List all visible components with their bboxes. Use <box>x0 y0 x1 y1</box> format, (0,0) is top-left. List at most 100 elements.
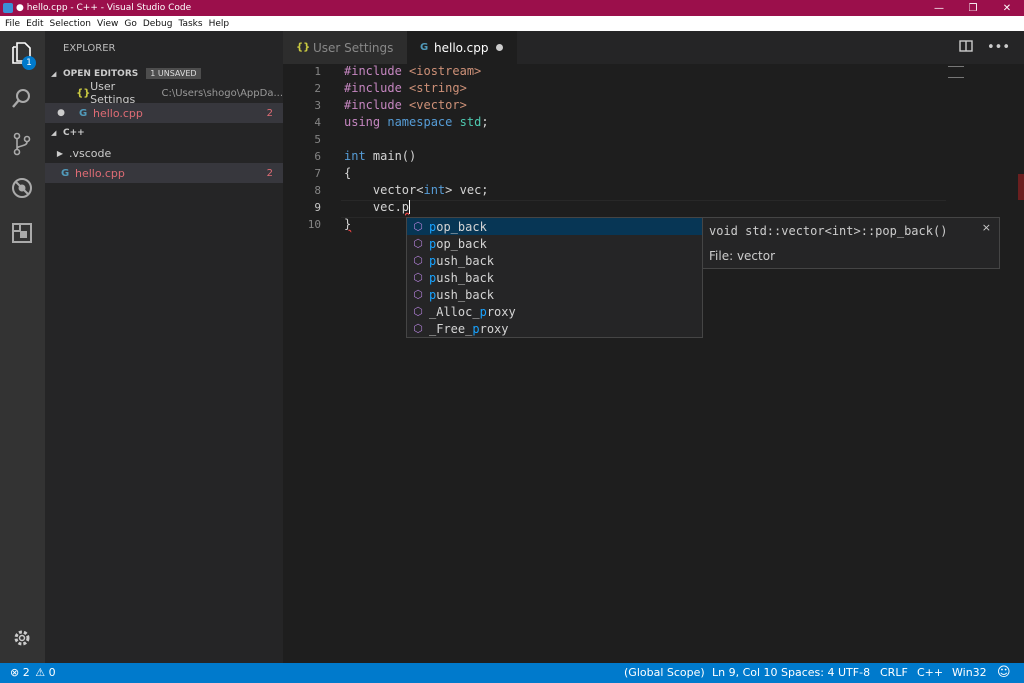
tab-label: hello.cpp <box>434 40 489 55</box>
suggest-item[interactable]: ⬡ p ush_back <box>407 252 702 269</box>
suggest-rest: ush_back <box>436 287 495 302</box>
line-number: 5 <box>314 133 321 146</box>
open-editor-name: hello.cpp <box>93 106 143 120</box>
tab-user-settings[interactable]: {} User Settings <box>283 31 407 64</box>
method-icon: ⬡ <box>413 219 423 233</box>
warning-count: 0 <box>48 666 56 679</box>
cpp-file-icon: G <box>420 42 429 53</box>
window-title: ● hello.cpp - C++ - Visual Studio Code <box>16 3 192 13</box>
explorer-badge: 1 <box>22 56 36 70</box>
open-editors-section-header[interactable]: ◢ OPEN EDITORS 1 UNSAVED <box>45 64 283 83</box>
open-editor-item-hello-cpp[interactable]: ● G hello.cpp 2 <box>45 103 283 123</box>
warning-icon: ⚠ <box>35 666 46 679</box>
scope-indicator[interactable]: (Global Scope) <box>624 666 705 679</box>
code-line: 3 #include <vector> <box>283 98 1024 115</box>
explorer-sidebar: EXPLORER ◢ OPEN EDITORS 1 UNSAVED {} Use… <box>45 31 283 663</box>
menu-file[interactable]: File <box>5 19 20 29</box>
menu-go[interactable]: Go <box>124 19 136 29</box>
detail-signature: void std::vector<int>::pop_back() <box>709 224 948 238</box>
tab-label: User Settings <box>313 40 394 55</box>
folder-section-header[interactable]: ◢ C++ <box>45 123 283 142</box>
suggest-rest: ush_back <box>436 270 495 285</box>
title-bar: ● hello.cpp - C++ - Visual Studio Code —… <box>0 0 1024 16</box>
menu-bar: File Edit Selection View Go Debug Tasks … <box>0 16 1024 31</box>
suggest-item[interactable]: ⬡ p ush_back <box>407 286 702 303</box>
line-number: 2 <box>314 82 321 95</box>
feedback-smiley-icon[interactable]: ☺ <box>997 665 1011 680</box>
suggest-rest: op_back <box>436 236 487 251</box>
chevron-right-icon: ▶ <box>56 148 63 158</box>
folder-item-vscode[interactable]: ▶ .vscode <box>45 143 283 163</box>
cpp-file-icon: G <box>79 107 88 119</box>
encoding[interactable]: UTF-8 <box>838 666 870 679</box>
sidebar-title: EXPLORER <box>63 43 116 54</box>
suggest-item[interactable]: ⬡ p op_back <box>407 235 702 252</box>
menu-edit[interactable]: Edit <box>26 19 43 29</box>
code-line: 5 <box>283 132 1024 149</box>
code-text: vec.p <box>344 200 411 214</box>
menu-help[interactable]: Help <box>209 19 230 29</box>
json-file-icon: {} <box>76 87 91 99</box>
suggest-item[interactable]: ⬡ _Free_ p roxy <box>407 320 702 337</box>
unsaved-dot-icon: ● <box>57 108 65 118</box>
maximize-button[interactable]: ❐ <box>956 3 990 14</box>
more-actions-icon[interactable]: ••• <box>987 40 1010 55</box>
suggest-widget: ⬡ p op_back ⬡ p op_back ⬡ p ush_back ⬡ p ush… <box>406 217 703 338</box>
minimize-button[interactable]: — <box>922 3 956 14</box>
suggest-item[interactable]: ⬡ p ush_back <box>407 269 702 286</box>
suggest-rest: ush_back <box>436 253 495 268</box>
code-text: } <box>344 217 352 231</box>
suggest-match: p <box>429 287 437 302</box>
open-editor-item-user-settings[interactable]: {} User Settings C:\Users\shogo\AppDa... <box>45 80 283 106</box>
indentation[interactable]: Spaces: 4 <box>781 666 834 679</box>
debug-icon[interactable] <box>10 177 34 201</box>
platform[interactable]: Win32 <box>952 666 987 679</box>
suggest-item[interactable]: ⬡ _Alloc_ p roxy <box>407 303 702 320</box>
source-control-icon[interactable] <box>10 132 34 156</box>
editor-tabs: {} User Settings G hello.cpp ••• <box>283 31 1024 64</box>
suggest-match: p <box>429 236 437 251</box>
settings-gear-icon[interactable] <box>10 628 34 652</box>
close-window-button[interactable]: ✕ <box>990 3 1024 14</box>
code-text: using namespace std; <box>344 115 489 129</box>
code-text: vector<int> vec; <box>344 183 489 197</box>
close-icon[interactable]: × <box>982 221 991 234</box>
line-ending[interactable]: CRLF <box>880 666 908 679</box>
chevron-down-icon: ◢ <box>51 128 57 137</box>
suggest-match: p <box>472 321 480 336</box>
extensions-icon[interactable] <box>10 222 34 246</box>
code-editor[interactable]: 1 #include <iostream> 2 #include <string… <box>283 64 1024 663</box>
line-number: 3 <box>314 99 321 112</box>
code-text: { <box>344 166 352 180</box>
suggest-item[interactable]: ⬡ p op_back <box>407 218 702 235</box>
menu-selection[interactable]: Selection <box>50 19 91 29</box>
method-icon: ⬡ <box>413 253 423 267</box>
code-text: int main() <box>344 149 417 163</box>
folder-label: C++ <box>63 127 85 138</box>
menu-view[interactable]: View <box>97 19 118 29</box>
editor-actions: ••• <box>959 31 1024 64</box>
chevron-down-icon: ◢ <box>51 69 57 78</box>
line-number: 6 <box>314 150 321 163</box>
activity-bar: 1 <box>0 31 45 663</box>
method-icon: ⬡ <box>413 270 423 284</box>
suggest-match: p <box>429 253 437 268</box>
vscode-logo-icon <box>3 3 13 13</box>
error-count: 2 <box>22 666 30 679</box>
method-icon: ⬡ <box>413 304 423 318</box>
search-icon[interactable] <box>10 87 34 111</box>
code-line: 4 using namespace std; <box>283 115 1024 132</box>
unsaved-dot-icon[interactable] <box>496 44 503 51</box>
split-editor-icon[interactable] <box>959 39 973 56</box>
problems-indicator[interactable]: ⊗ 2 ⚠ 0 <box>10 666 56 679</box>
cursor-position[interactable]: Ln 9, Col 10 <box>712 666 778 679</box>
line-number: 7 <box>314 167 321 180</box>
menu-tasks[interactable]: Tasks <box>178 19 202 29</box>
code-text: #include <string> <box>344 81 467 95</box>
open-editors-label: OPEN EDITORS <box>63 68 139 79</box>
folder-item-hello-cpp[interactable]: G hello.cpp 2 <box>45 163 283 183</box>
tab-hello-cpp[interactable]: G hello.cpp <box>407 31 517 64</box>
menu-debug[interactable]: Debug <box>143 19 173 29</box>
language-mode[interactable]: C++ <box>917 666 943 679</box>
detail-file: File: vector <box>709 249 775 263</box>
